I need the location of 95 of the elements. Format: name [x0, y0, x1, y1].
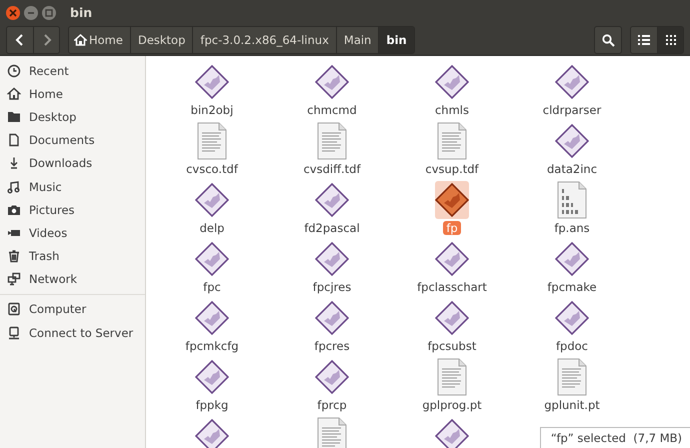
file-name[interactable]: gplprog.pt	[419, 398, 485, 412]
list-icon	[638, 35, 650, 45]
sidebar-item[interactable]: Home	[0, 82, 145, 106]
path-button[interactable]: Home	[69, 27, 130, 53]
diamond-file-icon[interactable]	[435, 240, 469, 278]
text-file-icon[interactable]	[557, 358, 587, 396]
diamond-file-icon[interactable]	[555, 122, 589, 160]
minimize-button[interactable]	[24, 6, 38, 20]
diamond-file-icon[interactable]	[195, 299, 229, 337]
folder-icon	[7, 110, 21, 124]
home-icon	[7, 86, 21, 101]
file-name[interactable]: chmcmd	[304, 103, 360, 117]
list-view-button[interactable]	[631, 27, 657, 53]
file-name[interactable]: cvsco.tdf	[183, 162, 241, 176]
server-icon	[7, 326, 21, 340]
status-bubble: “fp” selected (7,7 MB)	[540, 427, 690, 448]
path-button[interactable]: Main	[336, 27, 378, 53]
file-name[interactable]: gplunit.pt	[541, 398, 603, 412]
diamond-file-icon[interactable]	[195, 417, 229, 448]
sidebar-item[interactable]: Pictures	[0, 198, 145, 222]
maximize-icon	[45, 8, 53, 16]
document-icon	[7, 133, 21, 148]
file-name[interactable]: cvsdiff.tdf	[300, 162, 364, 176]
diamond-file-icon[interactable]	[195, 181, 229, 219]
path-button[interactable]: Desktop	[130, 27, 192, 53]
file-name[interactable]: chmls	[432, 103, 472, 117]
diamond-file-icon[interactable]	[195, 358, 229, 396]
diamond-file-icon[interactable]	[195, 240, 229, 278]
clock-icon	[7, 64, 21, 78]
file-name[interactable]: fpc	[200, 280, 224, 294]
network-icon	[7, 272, 21, 286]
grid-icon	[666, 35, 676, 45]
file-name[interactable]: fpcjres	[310, 280, 354, 294]
trash-icon	[7, 249, 21, 264]
search-icon	[602, 34, 614, 46]
text-file-icon[interactable]	[317, 417, 347, 448]
file-name[interactable]: data2inc	[544, 162, 600, 176]
diamond-file-icon[interactable]	[435, 417, 469, 448]
forward-button[interactable]	[33, 27, 59, 53]
file-name[interactable]: fpcmkcfg	[182, 339, 242, 353]
close-icon	[9, 8, 17, 16]
file-name[interactable]: fprcp	[314, 398, 350, 412]
file-name[interactable]: cvsup.tdf	[422, 162, 482, 176]
file-name[interactable]: fpcmake	[544, 280, 600, 294]
file-name[interactable]: fd2pascal	[301, 221, 363, 235]
binary-file-icon[interactable]	[557, 181, 587, 219]
sidebar-item[interactable]: Music	[0, 174, 145, 198]
search-button[interactable]	[594, 26, 622, 54]
file-name[interactable]: fppkg	[192, 398, 232, 412]
text-file-icon[interactable]	[197, 122, 227, 160]
sidebar-item[interactable]: Trash	[0, 244, 145, 268]
diamond-file-icon[interactable]	[315, 240, 349, 278]
drive-icon	[7, 302, 21, 316]
diamond-file-icon[interactable]	[435, 181, 469, 219]
chevron-right-icon	[42, 34, 52, 46]
diamond-file-icon[interactable]	[555, 63, 589, 101]
path-button[interactable]: bin	[378, 27, 414, 53]
sidebar-item[interactable]: Desktop	[0, 105, 145, 129]
sidebar-item[interactable]: Downloads	[0, 152, 145, 175]
text-file-icon[interactable]	[437, 358, 467, 396]
diamond-file-icon[interactable]	[435, 63, 469, 101]
diamond-file-icon[interactable]	[555, 240, 589, 278]
text-file-icon[interactable]	[317, 122, 347, 160]
file-name[interactable]: fpclasschart	[414, 280, 490, 294]
file-name[interactable]: cldrparser	[540, 103, 604, 117]
diamond-file-icon[interactable]	[195, 63, 229, 101]
music-note-icon	[7, 180, 21, 194]
sidebar-item[interactable]: Network	[0, 268, 145, 291]
camera-icon	[7, 202, 21, 217]
sidebar-item[interactable]: Connect to Server	[0, 321, 145, 344]
back-button[interactable]	[7, 27, 33, 53]
sidebar-item[interactable]: Computer	[0, 298, 145, 322]
grid-view-button[interactable]	[657, 27, 683, 53]
path-button[interactable]: fpc-3.0.2.x86_64-linux	[192, 27, 336, 53]
file-name[interactable]: bin2obj	[188, 103, 236, 117]
diamond-file-icon[interactable]	[315, 299, 349, 337]
file-name[interactable]: fpcres	[311, 339, 353, 353]
sidebar-item[interactable]: Recent	[0, 59, 145, 82]
close-button[interactable]	[6, 6, 20, 20]
diamond-file-icon[interactable]	[435, 299, 469, 337]
maximize-button[interactable]	[42, 6, 56, 20]
diamond-file-icon[interactable]	[315, 63, 349, 101]
diamond-file-icon[interactable]	[555, 299, 589, 337]
file-name[interactable]: fpcsubst	[424, 339, 480, 353]
chevron-left-icon	[15, 34, 25, 46]
file-name[interactable]: fp.ans	[551, 221, 593, 235]
window-title: bin	[70, 5, 92, 20]
diamond-file-icon[interactable]	[315, 181, 349, 219]
file-name[interactable]: fpdoc	[552, 339, 591, 353]
diamond-file-icon[interactable]	[315, 358, 349, 396]
home-icon	[74, 34, 87, 46]
sidebar-item[interactable]: Documents	[0, 128, 145, 152]
file-name[interactable]: delp	[196, 221, 228, 235]
text-file-icon[interactable]	[437, 122, 467, 160]
sidebar-item[interactable]: Videos	[0, 221, 145, 244]
